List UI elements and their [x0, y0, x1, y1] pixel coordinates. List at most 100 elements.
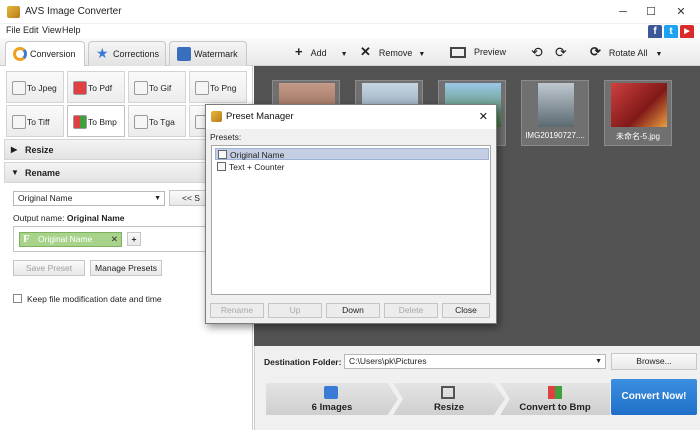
thumbnail-image — [538, 83, 574, 127]
step-label: Resize — [433, 402, 465, 413]
dialog-close-action-button[interactable]: Close — [442, 303, 490, 318]
format-label: To Bmp — [88, 117, 117, 127]
rename-preset-select[interactable]: Original Name ▼ — [13, 191, 165, 206]
menu-edit[interactable]: Edit — [23, 25, 39, 35]
delete-preset-button[interactable]: Delete — [384, 303, 438, 318]
format-bmp-button[interactable]: To Bmp — [67, 105, 125, 137]
app-icon — [7, 6, 20, 18]
menu-view[interactable]: View — [42, 25, 61, 35]
preset-item[interactable]: Text + Counter — [215, 161, 489, 173]
format-label: To Gif — [149, 83, 172, 93]
expand-arrow-icon: ▶ — [11, 145, 18, 154]
images-icon — [324, 386, 338, 399]
dialog-title: Preset Manager — [226, 111, 294, 122]
browse-button[interactable]: Browse... — [611, 353, 697, 370]
output-name-line: Output name: Original Name — [13, 213, 125, 223]
stamp-icon — [177, 47, 191, 61]
format-tga-button[interactable]: To Tga — [128, 105, 186, 137]
dropdown-arrow-icon[interactable]: ▼ — [418, 51, 425, 58]
dropdown-arrow-icon[interactable]: ▼ — [655, 51, 662, 58]
rename-preset-button[interactable]: Rename — [210, 303, 264, 318]
tab-label: Corrections — [113, 49, 160, 59]
tab-watermark[interactable]: Watermark — [169, 41, 247, 66]
preview-button[interactable]: Preview — [450, 42, 506, 62]
add-label: Add — [310, 48, 327, 58]
preset-item[interactable]: Original Name — [215, 148, 489, 160]
step-label: Convert to Bmp — [519, 402, 591, 413]
rotate-all-icon: ⟳ — [590, 44, 601, 59]
rotate-right-icon: ⟳ — [555, 44, 567, 60]
collapse-arrow-icon: ▼ — [11, 168, 19, 177]
format-label: To Jpeg — [27, 83, 57, 93]
facebook-icon[interactable]: f — [648, 25, 662, 39]
presets-list[interactable]: Original Name Text + Counter — [211, 145, 491, 295]
bmp-icon — [73, 115, 87, 129]
token-remove-icon[interactable]: ✕ — [111, 233, 118, 246]
save-preset-button[interactable]: Save Preset — [13, 260, 85, 276]
move-up-button[interactable]: Up — [268, 303, 322, 318]
rotate-all-button[interactable]: ⟳ Rotate All ▼ — [590, 42, 662, 62]
minimize-button[interactable]: ─ — [612, 4, 634, 20]
rename-token[interactable]: F Original Name ✕ — [19, 232, 122, 247]
menu-file[interactable]: File — [6, 25, 21, 35]
rotate-all-label: Rotate All — [608, 48, 648, 58]
plus-icon: + — [295, 44, 303, 59]
step-images[interactable]: 6 Images — [266, 383, 398, 415]
chevron-down-icon: ▼ — [595, 358, 602, 365]
maximize-button[interactable]: ☐ — [640, 4, 662, 20]
add-button[interactable]: + Add ▼ — [295, 42, 348, 62]
tiff-icon — [12, 115, 26, 129]
preset-icon — [218, 150, 227, 159]
image-thumbnail[interactable]: IMG20190727.... — [521, 80, 589, 146]
resize-icon — [441, 386, 455, 399]
step-resize[interactable]: Resize — [393, 383, 505, 415]
destination-folder-select[interactable]: C:\Users\pk\Pictures ▼ — [344, 354, 606, 369]
format-tiff-button[interactable]: To Tiff — [6, 105, 64, 137]
format-label: To Tiff — [27, 117, 50, 127]
section-title: Resize — [25, 145, 54, 155]
add-token-button[interactable]: + — [127, 232, 141, 246]
output-name-label: Output name: — [13, 213, 65, 223]
image-thumbnail[interactable]: 未命名-5.jpg — [604, 80, 672, 146]
menu-help[interactable]: Help — [62, 25, 81, 35]
preset-value: Original Name — [18, 193, 73, 203]
tab-label: Conversion — [30, 49, 76, 59]
rotate-left-button[interactable]: ⟲ — [531, 42, 543, 62]
bmp-icon — [548, 386, 562, 399]
preset-icon — [217, 162, 226, 171]
step-convert[interactable]: Convert to Bmp — [500, 383, 610, 415]
preset-label: Original Name — [230, 150, 285, 160]
thumbnail-caption: 未命名-5.jpg — [615, 132, 660, 141]
move-down-button[interactable]: Down — [326, 303, 380, 318]
chevron-down-icon: ▼ — [154, 195, 161, 202]
manage-presets-button[interactable]: Manage Presets — [90, 260, 162, 276]
destination-label: Destination Folder: — [264, 357, 342, 367]
twitter-icon[interactable]: t — [664, 25, 678, 39]
format-jpeg-button[interactable]: To Jpeg — [6, 71, 64, 103]
tab-conversion[interactable]: Conversion — [5, 41, 85, 66]
format-gif-button[interactable]: To Gif — [128, 71, 186, 103]
close-button[interactable]: ✕ — [670, 4, 692, 20]
tab-label: Watermark — [194, 49, 238, 59]
tga-icon — [134, 115, 148, 129]
gif-icon — [134, 81, 148, 95]
remove-label: Remove — [378, 48, 413, 58]
rotate-left-icon: ⟲ — [531, 44, 543, 60]
tab-corrections[interactable]: ★ Corrections — [88, 41, 166, 66]
format-label: To Pdf — [88, 83, 113, 93]
youtube-icon[interactable]: ▶ — [680, 25, 694, 39]
star-icon: ★ — [96, 45, 109, 61]
format-label: To Tga — [149, 117, 175, 127]
thumbnail-caption: IMG20190727.... — [525, 131, 585, 140]
format-png-button[interactable]: To Png — [189, 71, 247, 103]
rotate-right-button[interactable]: ⟳ — [555, 42, 567, 62]
app-icon — [211, 111, 222, 122]
window-title: AVS Image Converter — [25, 6, 122, 17]
remove-button[interactable]: ✕ Remove ▼ — [360, 42, 425, 62]
pdf-icon — [73, 81, 87, 95]
keep-date-checkbox[interactable] — [13, 294, 22, 303]
format-pdf-button[interactable]: To Pdf — [67, 71, 125, 103]
convert-now-button[interactable]: Convert Now! — [611, 379, 697, 415]
dropdown-arrow-icon[interactable]: ▼ — [341, 51, 348, 58]
dialog-close-button[interactable]: ✕ — [479, 105, 488, 129]
